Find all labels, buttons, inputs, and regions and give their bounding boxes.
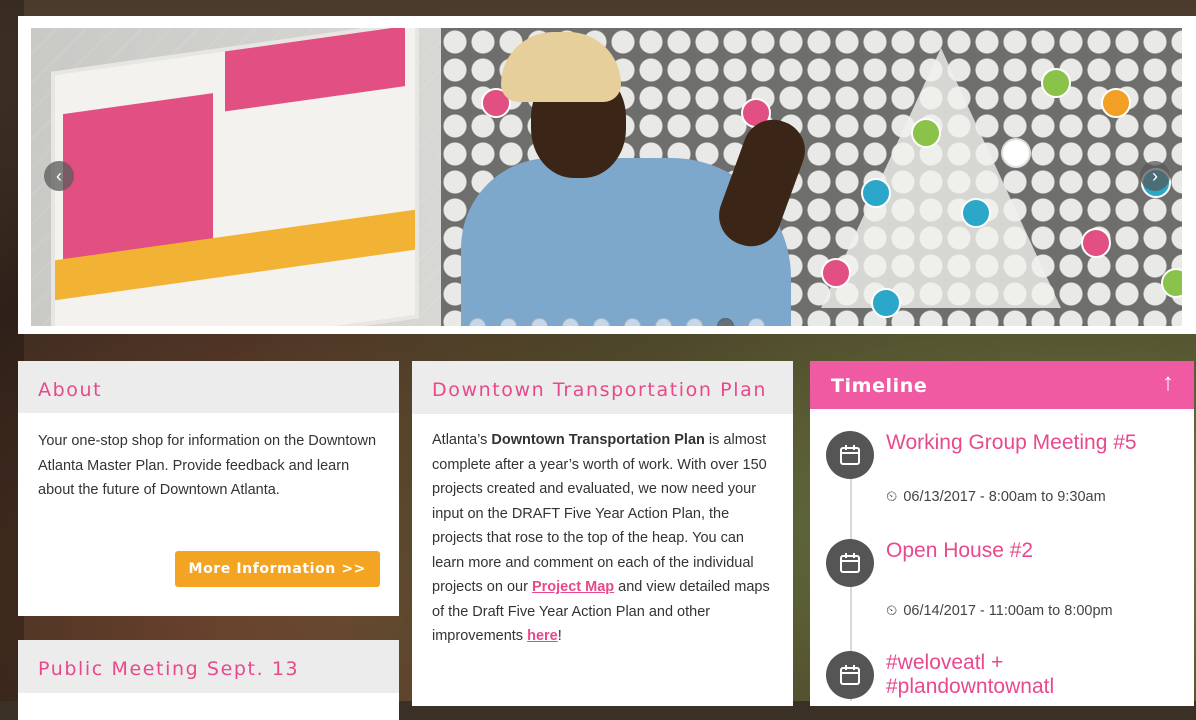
calendar-icon — [826, 651, 874, 699]
timeline-header: Timeline ↑ — [810, 361, 1194, 409]
timeline-title: Timeline — [831, 375, 928, 397]
about-card-header: About — [18, 361, 399, 413]
arrow-up-icon[interactable]: ↑ — [1162, 369, 1174, 397]
carousel-slide-image: ‹ › — [31, 28, 1182, 326]
transportation-plan-header: Downtown Transportation Plan — [412, 361, 793, 414]
calendar-icon — [826, 431, 874, 479]
project-map-link[interactable]: Project Map — [532, 579, 614, 595]
event-time-text: 06/13/2017 - 8:00am to 9:30am — [903, 489, 1106, 505]
body-text: is almost complete after a year’s worth … — [432, 432, 767, 595]
clock-icon: ⏲ — [886, 489, 898, 505]
body-text: Atlanta’s — [432, 432, 492, 448]
public-meeting-card: Public Meeting Sept. 13 — [18, 640, 399, 720]
carousel-dot[interactable] — [531, 318, 548, 326]
timeline-event-link[interactable]: Open House #2 — [886, 539, 1176, 563]
carousel-dot-active[interactable] — [717, 318, 734, 326]
timeline-event-time: ⏲ 06/13/2017 - 8:00am to 9:30am — [886, 489, 1106, 505]
chevron-right-icon: › — [1152, 165, 1158, 186]
carousel-pager — [469, 318, 765, 326]
body-text: ! — [557, 628, 562, 644]
carousel-dot[interactable] — [469, 318, 486, 326]
timeline-event-link[interactable]: Working Group Meeting #5 — [886, 431, 1176, 455]
transportation-plan-body: Atlanta’s Downtown Transportation Plan i… — [412, 414, 793, 665]
person-photo — [461, 28, 821, 326]
poster-board — [51, 28, 419, 326]
chevron-left-icon: ‹ — [56, 165, 62, 186]
carousel-dot[interactable] — [624, 318, 641, 326]
event-time-text: 06/14/2017 - 11:00am to 8:00pm — [903, 603, 1113, 619]
carousel-next-button[interactable]: › — [1140, 161, 1170, 191]
public-meeting-title: Public Meeting Sept. 13 — [38, 658, 300, 680]
timeline-event-link[interactable]: #weloveatl + #plandowntownatl — [886, 651, 1176, 699]
carousel-dot[interactable] — [562, 318, 579, 326]
hero-carousel: ‹ › — [18, 16, 1196, 334]
about-title: About — [38, 379, 103, 401]
carousel-dot[interactable] — [500, 318, 517, 326]
public-meeting-header: Public Meeting Sept. 13 — [18, 640, 399, 693]
about-body: Your one-stop shop for information on th… — [38, 433, 377, 498]
carousel-dot[interactable] — [748, 318, 765, 326]
timeline-card: Timeline ↑ Working Group Meeting #5 ⏲ 06/… — [810, 361, 1194, 706]
carousel-dot[interactable] — [655, 318, 672, 326]
calendar-icon — [826, 539, 874, 587]
clock-icon: ⏲ — [886, 603, 898, 619]
plan-name-strong: Downtown Transportation Plan — [491, 432, 705, 448]
carousel-prev-button[interactable]: ‹ — [44, 161, 74, 191]
carousel-dot[interactable] — [686, 318, 703, 326]
timeline-event-time: ⏲ 06/14/2017 - 11:00am to 8:00pm — [886, 603, 1113, 619]
transportation-plan-card: Downtown Transportation Plan Atlanta’s D… — [412, 361, 793, 706]
transportation-plan-title: Downtown Transportation Plan — [432, 379, 767, 401]
about-card: About Your one-stop shop for information… — [18, 361, 399, 616]
more-information-button[interactable]: More Information >> — [174, 551, 380, 587]
here-link[interactable]: here — [527, 628, 558, 644]
carousel-dot[interactable] — [593, 318, 610, 326]
